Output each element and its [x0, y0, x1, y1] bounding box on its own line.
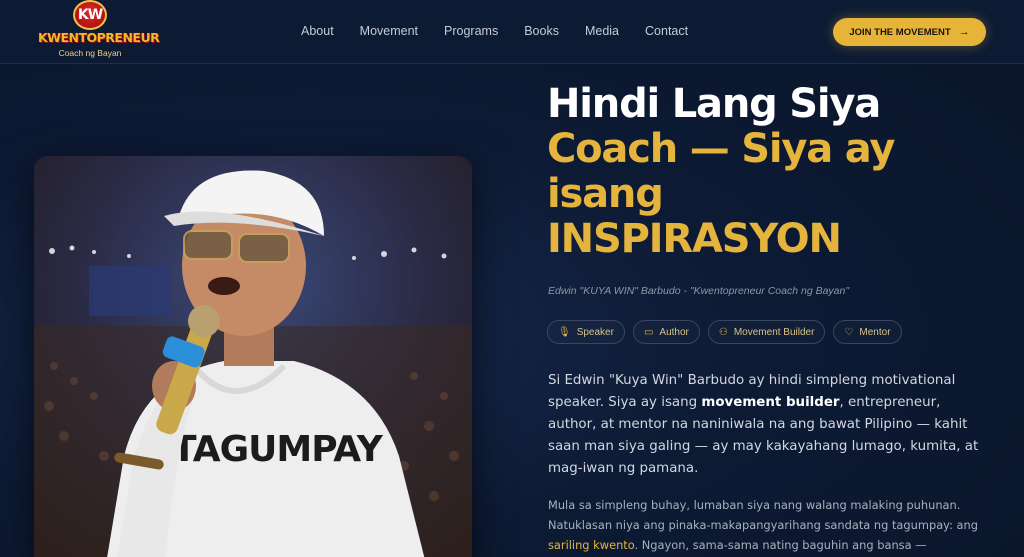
tag-movement-builder: ⚇ Movement Builder — [707, 320, 826, 344]
logo-wordmark: KWENTOPRENEUR — [38, 30, 160, 45]
nav-link-media[interactable]: Media — [585, 24, 619, 38]
nav-links: About Movement Programs Books Media Cont… — [301, 24, 714, 38]
nav-link-contact[interactable]: Contact — [645, 24, 688, 38]
nav-link-programs[interactable]: Programs — [444, 24, 498, 38]
speaker-illustration: TAGUMPAY — [34, 156, 472, 557]
hero-intro-paragraph: Si Edwin "Kuya Win" Barbudo ay hindi sim… — [548, 370, 993, 480]
brand-logo[interactable]: KW KWENTOPRENEUR Coach ng Bayan — [38, 0, 160, 62]
headline-line-2: Coach — Siya ay — [547, 126, 895, 172]
headline-line-4: INSPIRASYON — [547, 216, 842, 262]
headline-line-3: isang — [547, 171, 664, 217]
book-icon: ▭ — [643, 326, 654, 338]
join-movement-label: JOIN THE MOVEMENT — [849, 26, 951, 38]
arrow-right-icon: → — [958, 26, 970, 38]
hero-headline: Hindi Lang Siya Coach — Siya ay isang IN… — [547, 82, 1017, 262]
tag-speaker: 🎙︎ Speaker — [547, 320, 625, 344]
story-text-b: . Ngayon, sama-sama nating baguhin ang b… — [634, 538, 927, 552]
story-highlight: sariling kwento — [548, 538, 635, 552]
join-movement-button[interactable]: JOIN THE MOVEMENT → — [833, 18, 986, 46]
heart-icon: ♡ — [844, 326, 854, 338]
intro-text-bold: movement builder — [701, 395, 840, 410]
logo-tagline: Coach ng Bayan — [58, 48, 122, 58]
hero-story-paragraph: Mula sa simpleng buhay, lumaban siya nan… — [548, 495, 988, 555]
tag-label: Movement Builder — [733, 326, 815, 338]
tag-author: ▭ Author — [632, 320, 700, 344]
story-text-a: Mula sa simpleng buhay, lumaban siya nan… — [548, 498, 978, 532]
top-navigation: KW KWENTOPRENEUR Coach ng Bayan About Mo… — [0, 0, 1024, 64]
tag-label: Author — [659, 326, 689, 338]
tag-label: Speaker — [576, 326, 614, 338]
role-tags: 🎙︎ Speaker ▭ Author ⚇ Movement Builder ♡… — [547, 320, 910, 344]
logo-badge: KW — [73, 0, 107, 30]
microphone-icon: 🎙︎ — [558, 326, 571, 338]
nav-link-books[interactable]: Books — [524, 24, 559, 38]
hero-photo: TAGUMPAY — [34, 156, 472, 557]
nav-link-movement[interactable]: Movement — [360, 24, 418, 38]
hoodie-text: TAGUMPAY — [172, 429, 384, 470]
hero-subline: Edwin "KUYA WIN" Barbudo - "Kwentopreneu… — [548, 285, 850, 297]
tag-label: Mentor — [859, 326, 891, 338]
headline-line-1: Hindi Lang Siya — [547, 81, 881, 127]
users-icon: ⚇ — [718, 326, 728, 338]
tag-mentor: ♡ Mentor — [833, 320, 902, 344]
nav-link-about[interactable]: About — [301, 24, 334, 38]
